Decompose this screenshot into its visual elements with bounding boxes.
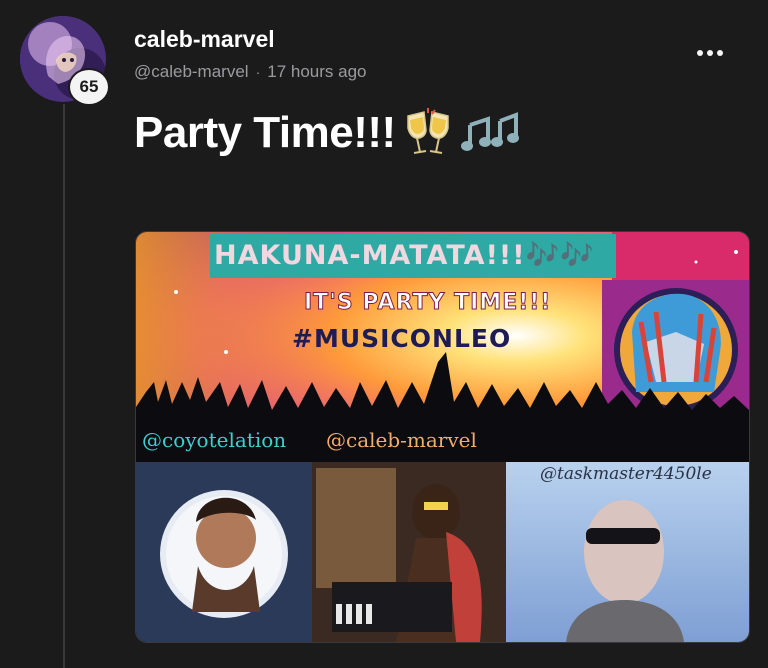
image-handle-right: @taskmaster4450le [540,464,712,484]
post-image[interactable]: HAKUNA-MATATA!!!🎶🎶 IT'S PARTY TIME!!! #M… [135,231,750,643]
image-banner-text: HAKUNA-MATATA!!!🎶🎶 [210,234,616,278]
more-dot-icon [697,50,703,56]
more-dot-icon [707,50,713,56]
post-meta: @caleb-marvel · 17 hours ago [134,62,367,82]
image-hashtag-text: #MUSICONLEO [292,324,512,353]
more-dot-icon [717,50,723,56]
image-handle-left: @coyotelation [142,428,287,452]
image-handle-middle: @caleb-marvel [326,428,477,452]
post-title: Party Time!!! [134,108,522,158]
meta-separator: · [255,64,261,80]
reputation-badge: 65 [68,68,110,106]
music-notes-emoji-icon [460,112,519,151]
clinking-glasses-emoji-icon [406,108,449,154]
post-title-text: Party Time!!! [134,108,396,157]
post-timestamp[interactable]: 17 hours ago [267,62,366,82]
thread-line [63,104,65,668]
author-username[interactable]: caleb-marvel [134,26,275,53]
image-party-text: IT'S PARTY TIME!!! [303,290,552,316]
author-handle[interactable]: @caleb-marvel [134,62,249,82]
more-options-button[interactable] [690,38,730,68]
